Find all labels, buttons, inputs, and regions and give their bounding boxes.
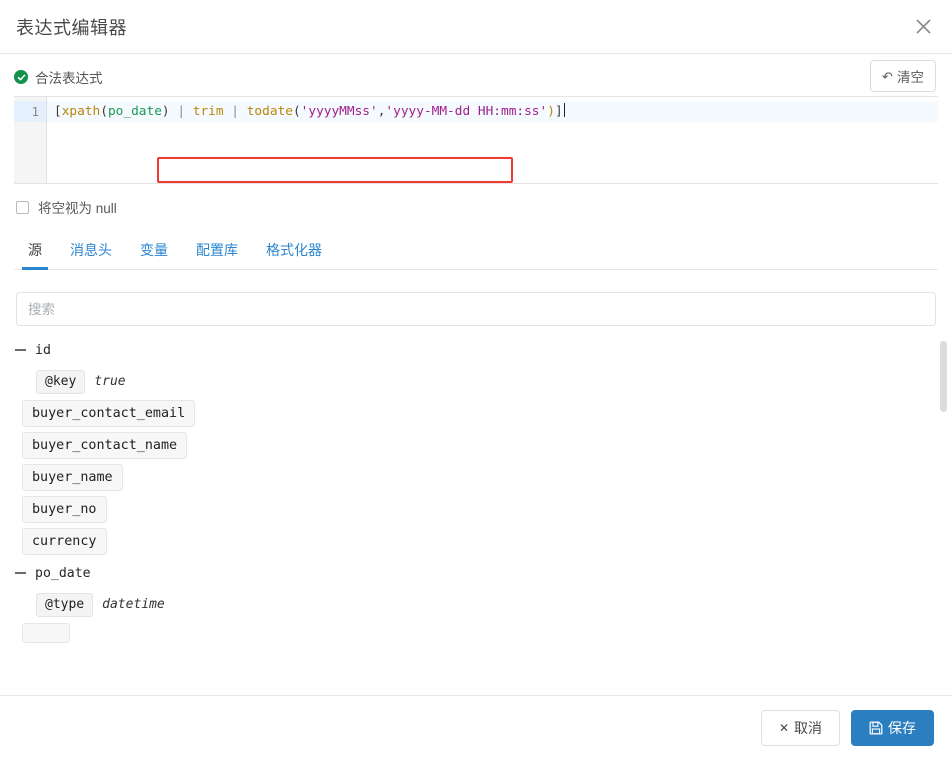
empty-as-null-row[interactable]: 将空视为 null <box>0 194 952 220</box>
search-row <box>0 270 952 326</box>
undo-arrow-icon: ↷ <box>882 70 893 83</box>
tab-headers[interactable]: 消息头 <box>56 233 126 269</box>
tree-scrollbar-thumb[interactable] <box>940 341 947 412</box>
token-string-output-format: 'yyyy-MM-dd HH:mm:ss' <box>385 104 547 119</box>
tree-group-label: id <box>35 343 51 358</box>
attribute-value: true <box>94 374 125 389</box>
floppy-disk-icon <box>869 721 883 735</box>
token-string-input-format: 'yyyyMMss' <box>301 104 378 119</box>
x-icon: ✕ <box>779 722 789 734</box>
close-icon[interactable] <box>908 12 938 42</box>
clear-button[interactable]: ↷ 清空 <box>870 60 936 92</box>
tab-bar: 源 消息头 变量 配置库 格式化器 <box>14 233 938 270</box>
field-chip[interactable]: currency <box>22 528 107 555</box>
dialog-footer: ✕ 取消 保存 <box>0 695 952 759</box>
tree-attribute-type[interactable]: @type datetime <box>36 591 936 618</box>
attribute-value: datetime <box>102 597 165 612</box>
tree-group-id[interactable]: id <box>14 337 936 363</box>
tab-formatter-label: 格式化器 <box>266 242 322 258</box>
token-pipe-2: | <box>224 104 247 119</box>
dialog-body: 合法表达式 ↷ 清空 1 [xpath(po_date) | trim | to… <box>0 54 952 695</box>
token-open-bracket: [ <box>54 104 62 119</box>
tree-group-label: po_date <box>35 566 91 581</box>
text-cursor <box>564 103 565 117</box>
token-paren-open: ( <box>100 104 108 119</box>
cancel-button[interactable]: ✕ 取消 <box>761 710 840 746</box>
check-circle-icon <box>14 70 28 84</box>
expression-editor-dialog: 表达式编辑器 合法表达式 ↷ 清空 <box>0 0 952 759</box>
code-line-1[interactable]: [xpath(po_date) | trim | todate('yyyyMMs… <box>47 101 938 122</box>
empty-as-null-checkbox[interactable] <box>16 201 29 214</box>
source-field-tree: id @key true buyer_contact_email buyer_c… <box>0 337 952 668</box>
tab-headers-label: 消息头 <box>70 242 112 258</box>
save-button[interactable]: 保存 <box>851 710 934 746</box>
tab-config-library-label: 配置库 <box>196 242 238 258</box>
tab-formatter[interactable]: 格式化器 <box>252 233 336 269</box>
token-close-bracket: ] <box>555 104 563 119</box>
tab-config-library[interactable]: 配置库 <box>182 233 252 269</box>
collapse-minus-icon[interactable] <box>14 572 26 574</box>
token-paren-close-2: ) <box>547 104 555 119</box>
tab-variables-label: 变量 <box>140 242 168 258</box>
token-fn-xpath: xpath <box>62 104 101 119</box>
clear-button-label: 清空 <box>897 66 924 86</box>
tab-source[interactable]: 源 <box>14 233 56 269</box>
dialog-header: 表达式编辑器 <box>0 0 952 54</box>
attribute-chip[interactable]: @key <box>36 370 85 394</box>
token-paren-close: ) <box>162 104 170 119</box>
cancel-button-label: 取消 <box>794 718 822 738</box>
field-chip[interactable]: buyer_no <box>22 496 107 523</box>
editor-code-area[interactable]: [xpath(po_date) | trim | todate('yyyyMMs… <box>47 97 938 183</box>
save-button-label: 保存 <box>888 718 916 738</box>
search-input[interactable] <box>16 292 936 326</box>
collapse-minus-icon[interactable] <box>14 349 26 351</box>
validation-row: 合法表达式 ↷ 清空 <box>0 60 952 94</box>
attribute-chip[interactable]: @type <box>36 593 93 617</box>
page-title: 表达式编辑器 <box>16 14 127 40</box>
field-chip[interactable]: buyer_contact_email <box>22 400 195 427</box>
tab-variables[interactable]: 变量 <box>126 233 182 269</box>
token-fn-trim: trim <box>193 104 224 119</box>
token-fn-todate: todate <box>247 104 293 119</box>
list-item[interactable]: buyer_name <box>22 464 936 491</box>
validation-status: 合法表达式 <box>14 67 103 87</box>
field-chip[interactable] <box>22 623 70 643</box>
field-chip[interactable]: buyer_contact_name <box>22 432 187 459</box>
expression-code-editor[interactable]: 1 [xpath(po_date) | trim | todate('yyyyM… <box>14 96 938 184</box>
token-paren-open-2: ( <box>293 104 301 119</box>
tree-scrollbar[interactable] <box>940 341 947 663</box>
line-number: 1 <box>14 101 46 122</box>
token-arg-po-date: po_date <box>108 104 162 119</box>
validation-status-text: 合法表达式 <box>35 67 103 87</box>
tree-group-po-date[interactable]: po_date <box>14 560 936 586</box>
list-item-partial[interactable] <box>22 623 936 643</box>
editor-gutter: 1 <box>14 97 47 183</box>
tree-attribute-key[interactable]: @key true <box>36 368 936 395</box>
list-item[interactable]: buyer_contact_email <box>22 400 936 427</box>
empty-as-null-label: 将空视为 null <box>38 197 117 217</box>
list-item[interactable]: buyer_no <box>22 496 936 523</box>
tab-source-label: 源 <box>28 242 42 258</box>
list-item[interactable]: currency <box>22 528 936 555</box>
field-chip[interactable]: buyer_name <box>22 464 123 491</box>
token-pipe-1: | <box>170 104 193 119</box>
list-item[interactable]: buyer_contact_name <box>22 432 936 459</box>
